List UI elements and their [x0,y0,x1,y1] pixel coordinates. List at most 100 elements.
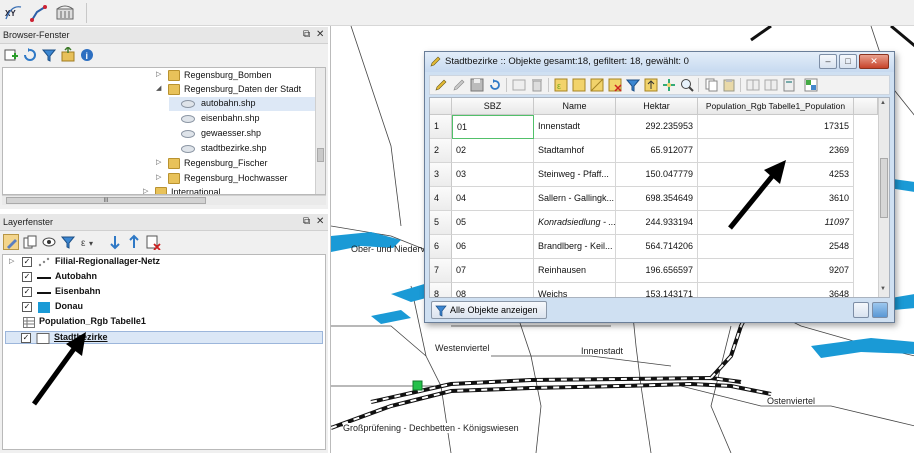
row-header[interactable]: 3 [430,163,452,187]
expression-filter-icon[interactable]: ε ▾ [79,234,103,250]
row-header[interactable]: 8 [430,283,452,297]
show-all-features-button[interactable]: Alle Objekte anzeigen [431,301,547,319]
close-panel-icon[interactable]: ✕ [316,216,324,227]
row-header[interactable]: 7 [430,259,452,283]
invert-selection-icon[interactable] [590,78,604,92]
table-cell-name[interactable]: Sallern - Gallingk... [534,187,616,211]
expand-arrow-icon[interactable]: ▷ [143,187,148,194]
expand-arrow-icon[interactable]: ▷ [156,158,161,166]
delete-field-icon[interactable] [764,78,778,92]
reload-icon[interactable] [488,78,502,92]
table-cell-name[interactable]: Konradsiedlung - ... [534,211,616,235]
filter-icon[interactable] [41,47,57,63]
scroll-down-arrow-icon[interactable]: ▼ [880,286,886,292]
deselect-all-icon[interactable] [608,78,622,92]
float-panel-icon[interactable]: ⧉ [303,29,310,40]
table-cell-name[interactable]: Brandlberg - Keil... [534,235,616,259]
table-cell-hektar[interactable]: 564.714206 [616,235,698,259]
table-cell-hektar[interactable]: 150.047779 [616,163,698,187]
filter-selection-icon[interactable] [625,78,641,92]
table-vertical-scrollbar[interactable]: ▲ ▼ [878,98,889,297]
table-cell-sbz[interactable]: 03 [452,163,534,187]
select-all-icon[interactable] [572,78,586,92]
tree-item-stadtbezirke-shp[interactable]: stadtbezirke.shp [169,142,315,156]
add-xy-layer-icon[interactable]: XY [3,3,25,23]
tree-item-eisenbahn-shp[interactable]: eisenbahn.shp [169,112,315,126]
layer-donau[interactable]: ✓ Donau [9,301,319,314]
expand-all-icon[interactable] [107,234,123,250]
table-cell-name[interactable]: Innenstadt [534,115,616,139]
layer-visibility-checkbox[interactable]: ✓ [22,257,32,267]
tree-item-international[interactable]: ▷ International [143,186,303,194]
layer-visibility-checkbox[interactable]: ✓ [22,272,32,282]
refresh-icon[interactable] [22,47,38,63]
multi-edit-icon[interactable] [452,78,466,92]
table-cell-name[interactable]: Reinhausen [534,259,616,283]
scroll-thumb[interactable]: III [6,197,206,204]
column-header-sbz[interactable]: SBZ [452,98,534,115]
tree-item-regensburg-hochwasser[interactable]: ▷ Regensburg_Hochwasser [156,172,316,186]
column-header-name[interactable]: Name [534,98,616,115]
table-view-button[interactable] [872,302,888,318]
geometry-checker-icon[interactable] [54,3,76,23]
expand-arrow-icon[interactable]: ▷ [156,70,161,78]
attribute-window-titlebar[interactable]: Stadtbezirke :: Objekte gesamt:18, gefil… [425,52,894,72]
minimize-button[interactable]: – [819,54,837,69]
table-cell-name[interactable]: Stadtamhof [534,139,616,163]
filter-legend-icon[interactable] [60,234,76,250]
float-panel-icon[interactable]: ⧉ [303,216,310,227]
row-header[interactable]: 2 [430,139,452,163]
field-calculator-icon[interactable] [782,78,796,92]
layer-autobahn[interactable]: ✓ Autobahn [9,271,319,284]
paste-features-icon[interactable] [722,78,736,92]
table-cell-hektar[interactable]: 244.933194 [616,211,698,235]
column-header-hektar[interactable]: Hektar [616,98,698,115]
close-button[interactable]: ✕ [859,54,889,69]
pan-to-selection-icon[interactable] [662,78,676,92]
collapse-arrow-icon[interactable]: ◢ [156,84,161,92]
row-header[interactable]: 5 [430,211,452,235]
table-cell-sbz[interactable]: 07 [452,259,534,283]
scroll-thumb[interactable] [317,148,324,162]
table-cell-name[interactable]: Steinweg - Pfaff... [534,163,616,187]
collapse-all-icon[interactable] [60,45,76,63]
maximize-button[interactable]: □ [839,54,857,69]
table-cell-name[interactable]: Weichs [534,283,616,297]
table-cell-hektar[interactable]: 196.656597 [616,259,698,283]
toggle-edit-icon[interactable] [434,78,448,92]
table-cell-population[interactable]: 17315 [698,115,854,139]
tree-item-regensburg-fischer[interactable]: ▷ Regensburg_Fischer [156,157,316,171]
row-header[interactable]: 6 [430,235,452,259]
digitize-line-icon[interactable] [28,3,50,23]
move-selection-top-icon[interactable] [644,78,658,92]
visibility-icon[interactable] [41,234,57,250]
info-icon[interactable]: i [79,47,95,63]
row-header[interactable]: 4 [430,187,452,211]
column-header-population[interactable]: Population_Rgb Tabelle1_Population [698,98,854,115]
expand-arrow-icon[interactable]: ▷ [156,173,161,181]
table-cell-population[interactable]: 3648 [698,283,854,297]
browser-horizontal-scrollbar[interactable]: III [2,195,326,205]
layer-eisenbahn[interactable]: ✓ Eisenbahn [9,286,319,299]
conditional-formatting-icon[interactable] [804,78,818,92]
table-cell-hektar[interactable]: 698.354649 [616,187,698,211]
table-corner-header[interactable] [430,98,452,115]
tree-item-regensburg-bomben[interactable]: ▷ Regensburg_Bomben [156,69,316,83]
table-cell-sbz[interactable]: 06 [452,235,534,259]
scroll-thumb[interactable] [880,158,888,218]
tree-item-regensburg-daten[interactable]: ◢ Regensburg_Daten der Stadt [156,83,316,97]
copy-rows-icon[interactable] [704,78,718,92]
add-feature-icon[interactable] [512,78,526,92]
layer-visibility-checkbox[interactable]: ✓ [22,287,32,297]
collapse-all-icon[interactable] [126,234,142,250]
table-cell-hektar[interactable]: 65.912077 [616,139,698,163]
delete-feature-icon[interactable] [530,78,544,92]
table-cell-sbz[interactable]: 05 [452,211,534,235]
layer-style-icon[interactable] [3,234,19,250]
save-edits-icon[interactable] [470,78,484,92]
add-group-icon[interactable] [22,234,38,250]
layer-filial-regionallager-netz[interactable]: ▷ ✓ Filial-Regionallager-Netz [9,256,319,269]
selected-feature-marker[interactable] [412,380,423,391]
browser-vertical-scrollbar[interactable] [315,68,325,194]
remove-layer-icon[interactable] [145,234,161,251]
